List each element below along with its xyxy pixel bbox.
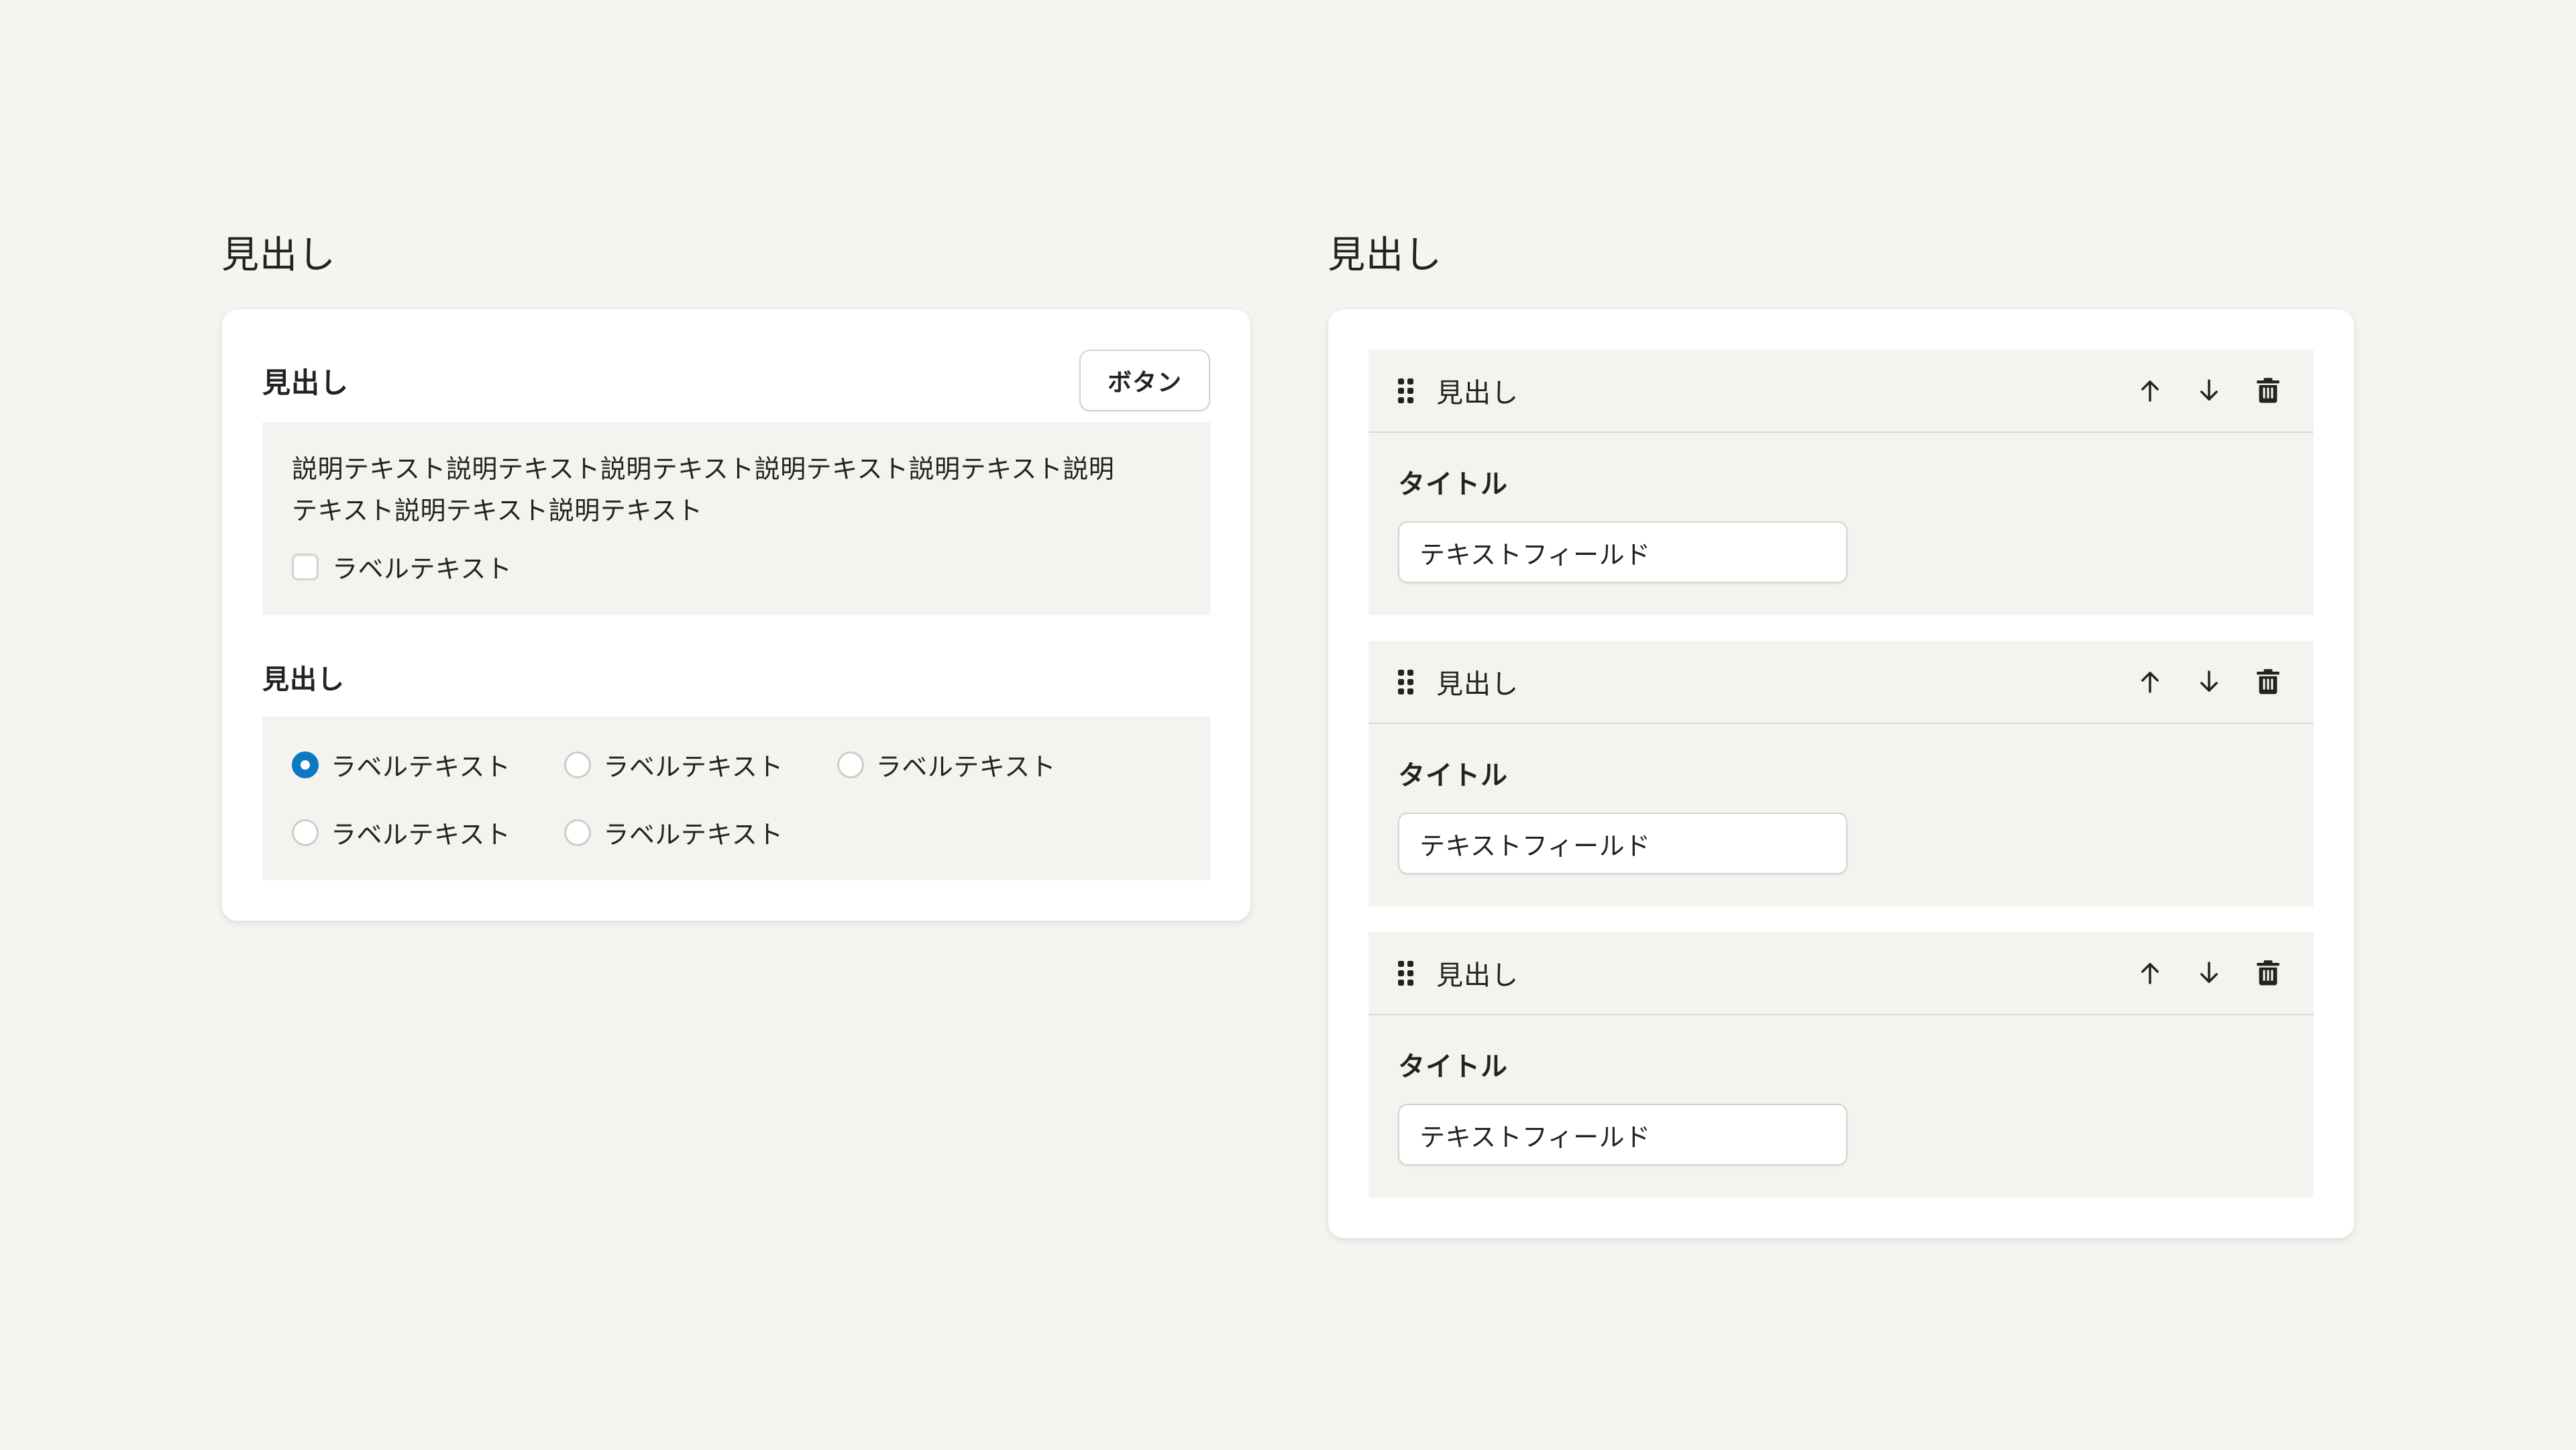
move-up-button[interactable]	[2134, 957, 2166, 989]
action-button[interactable]: ボタン	[1079, 350, 1210, 411]
page-heading-left: 見出し	[221, 234, 1251, 276]
field-label: タイトル	[1398, 1045, 2284, 1084]
move-down-button[interactable]	[2193, 374, 2225, 407]
list-item-1: 見出し タイトル	[1368, 350, 2314, 615]
form-card-header: 見出し ボタン	[262, 350, 1210, 411]
delete-button[interactable]	[2252, 374, 2284, 407]
radio-row-1: ラベルテキスト ラベルテキスト ラベルテキスト	[292, 746, 1181, 783]
radio-button[interactable]	[837, 752, 864, 778]
radio-option-5[interactable]: ラベルテキスト	[564, 814, 783, 851]
description-box: 説明テキスト説明テキスト説明テキスト説明テキスト説明テキスト説明 テキスト説明テ…	[262, 422, 1210, 615]
trash-icon	[2253, 376, 2283, 405]
move-down-button[interactable]	[2193, 957, 2225, 989]
radio-label: ラベルテキスト	[876, 746, 1056, 783]
field-label: タイトル	[1398, 462, 2284, 501]
list-item-header: 見出し	[1368, 932, 2314, 1015]
list-item-body: タイトル	[1368, 433, 2314, 615]
title-input[interactable]	[1398, 521, 1847, 583]
radio-label: ラベルテキスト	[331, 746, 511, 783]
radio-option-3[interactable]: ラベルテキスト	[837, 746, 1056, 783]
list-item-title: 見出し	[1436, 662, 1519, 701]
form-card-title: 見出し	[262, 360, 349, 401]
drag-handle-icon[interactable]	[1398, 961, 1413, 986]
field-label: タイトル	[1398, 754, 2284, 792]
page-heading-right: 見出し	[1328, 234, 2355, 276]
radio-group-box: ラベルテキスト ラベルテキスト ラベルテキスト ラベルテキスト	[262, 717, 1210, 880]
trash-icon	[2253, 958, 2283, 988]
radio-button[interactable]	[564, 819, 591, 846]
radio-section-heading: 見出し	[262, 658, 1210, 696]
title-input[interactable]	[1398, 1104, 1847, 1166]
list-item-2: 見出し タイトル	[1368, 641, 2314, 907]
list-card: 見出し タイトル 見出し	[1328, 309, 2355, 1239]
list-item-body: タイトル	[1368, 724, 2314, 907]
delete-button[interactable]	[2252, 666, 2284, 698]
arrow-up-icon	[2136, 668, 2164, 696]
drag-handle-icon[interactable]	[1398, 378, 1413, 403]
move-up-button[interactable]	[2134, 374, 2166, 407]
radio-label: ラベルテキスト	[603, 814, 783, 851]
arrow-up-icon	[2136, 959, 2164, 987]
radio-row-2: ラベルテキスト ラベルテキスト	[292, 814, 1181, 851]
radio-option-2[interactable]: ラベルテキスト	[564, 746, 783, 783]
drag-handle-icon[interactable]	[1398, 670, 1413, 694]
radio-button[interactable]	[564, 752, 591, 778]
description-text-line2: テキスト説明テキスト説明テキスト	[292, 490, 1181, 532]
list-item-header: 見出し	[1368, 641, 2314, 724]
radio-label: ラベルテキスト	[603, 746, 783, 783]
trash-icon	[2253, 667, 2283, 696]
move-down-button[interactable]	[2193, 666, 2225, 698]
left-panel: 見出し 見出し ボタン 説明テキスト説明テキスト説明テキスト説明テキスト説明テキ…	[221, 234, 1251, 921]
arrow-down-icon	[2195, 959, 2223, 987]
delete-button[interactable]	[2252, 957, 2284, 989]
list-item-title: 見出し	[1436, 371, 1519, 410]
checkbox-row[interactable]: ラベルテキスト	[292, 548, 1181, 585]
checkbox[interactable]	[292, 554, 319, 580]
form-card: 見出し ボタン 説明テキスト説明テキスト説明テキスト説明テキスト説明テキスト説明…	[221, 309, 1251, 921]
title-input[interactable]	[1398, 813, 1847, 874]
move-up-button[interactable]	[2134, 666, 2166, 698]
list-item-header: 見出し	[1368, 350, 2314, 433]
right-panel: 見出し 見出し タイトル	[1328, 234, 2355, 1239]
list-item-body: タイトル	[1368, 1015, 2314, 1198]
radio-option-1[interactable]: ラベルテキスト	[292, 746, 511, 783]
radio-button[interactable]	[292, 819, 319, 846]
radio-button-selected[interactable]	[292, 752, 319, 778]
checkbox-label: ラベルテキスト	[332, 548, 512, 585]
description-text-line1: 説明テキスト説明テキスト説明テキスト説明テキスト説明テキスト説明	[292, 449, 1181, 490]
list-item-title: 見出し	[1436, 953, 1519, 992]
arrow-up-icon	[2136, 376, 2164, 405]
arrow-down-icon	[2195, 668, 2223, 696]
radio-option-4[interactable]: ラベルテキスト	[292, 814, 511, 851]
arrow-down-icon	[2195, 376, 2223, 405]
radio-label: ラベルテキスト	[331, 814, 511, 851]
list-item-3: 見出し タイトル	[1368, 932, 2314, 1198]
